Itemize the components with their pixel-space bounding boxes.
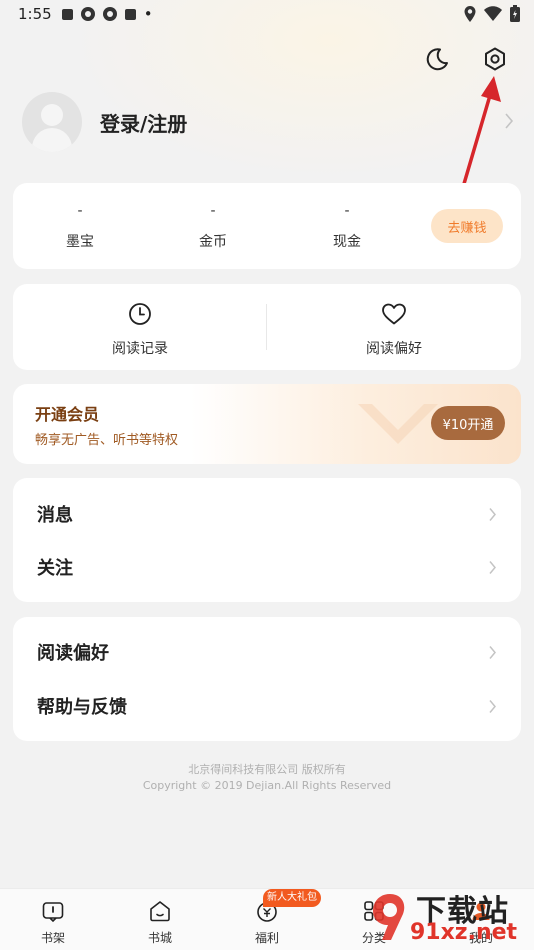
status-right xyxy=(464,5,520,22)
wallet-item-cash[interactable]: - 现金 xyxy=(302,203,392,251)
divider xyxy=(266,304,267,350)
heart-icon xyxy=(382,303,406,325)
menu-group-2: 阅读偏好 帮助与反馈 xyxy=(13,617,521,741)
vip-banner[interactable]: 开通会员 畅享无广告、听书等特权 ¥10开通 xyxy=(13,384,521,464)
menu-item-messages[interactable]: 消息 xyxy=(13,487,521,541)
wallet-label: 金币 xyxy=(199,234,227,250)
menu-item-reading-preference[interactable]: 阅读偏好 xyxy=(13,625,521,679)
bookshelf-icon xyxy=(42,902,64,923)
reading-history-label: 阅读记录 xyxy=(112,341,168,357)
copyright-line: Copyright © 2019 Dejian.All Rights Reser… xyxy=(142,779,392,792)
company-line: 北京得间科技有限公司 版权所有 xyxy=(188,763,346,776)
chevron-right-icon xyxy=(489,700,496,713)
wifi-icon xyxy=(484,6,502,21)
avatar xyxy=(22,92,82,152)
watermark-url: 91xz.net xyxy=(410,920,518,945)
chevron-right-icon xyxy=(505,113,514,129)
notification-app-icon xyxy=(80,7,95,21)
wallet-value: - xyxy=(77,203,83,219)
battery-icon xyxy=(510,5,520,22)
earn-money-button[interactable]: 去赚钱 xyxy=(431,209,503,243)
menu-item-label: 关注 xyxy=(37,558,73,579)
menu-group-1: 消息 关注 xyxy=(13,478,521,602)
status-time: 1:55 xyxy=(18,5,52,23)
settings-button[interactable] xyxy=(480,44,510,74)
tab-label: 书架 xyxy=(40,931,65,945)
wallet-label: 现金 xyxy=(333,234,361,250)
reading-preference-button[interactable]: 阅读偏好 xyxy=(314,302,474,358)
login-register-label: 登录/注册 xyxy=(100,111,188,136)
chevron-right-icon xyxy=(489,646,496,659)
bookstore-icon xyxy=(150,901,170,922)
notification-square-icon-2 xyxy=(124,8,136,20)
notification-app-icon-2 xyxy=(102,7,117,21)
wallet-value: - xyxy=(344,203,350,219)
quick-actions-card: 阅读记录 阅读偏好 xyxy=(13,284,521,370)
watermark-logo-icon xyxy=(373,894,405,940)
moon-icon xyxy=(426,48,448,71)
chevron-right-icon xyxy=(489,561,496,574)
tab-bookstore[interactable]: 书城 xyxy=(130,899,190,946)
wallet-item-coins[interactable]: - 金币 xyxy=(168,203,258,251)
copyright-footer: 北京得间科技有限公司 版权所有 Copyright © 2019 Dejian.… xyxy=(0,762,534,794)
wallet-card: - 墨宝 - 金币 - 现金 去赚钱 xyxy=(13,183,521,269)
tab-label: 书城 xyxy=(147,931,172,945)
status-bar: 1:55 • xyxy=(0,0,534,28)
tab-label: 福利 xyxy=(254,931,279,945)
clock-icon xyxy=(129,303,151,325)
location-icon xyxy=(464,5,476,22)
reading-preference-label: 阅读偏好 xyxy=(366,341,422,357)
vip-subtitle: 畅享无广告、听书等特权 xyxy=(35,433,179,448)
vip-title: 开通会员 xyxy=(35,405,100,424)
login-row[interactable]: 登录/注册 xyxy=(22,92,514,152)
menu-item-label: 阅读偏好 xyxy=(37,643,109,664)
night-mode-button[interactable] xyxy=(422,44,452,74)
wallet-value: - xyxy=(210,203,216,219)
menu-item-label: 帮助与反馈 xyxy=(37,697,127,718)
reading-history-button[interactable]: 阅读记录 xyxy=(60,302,220,358)
new-user-gift-badge: 新人大礼包 xyxy=(263,889,321,907)
tab-bookshelf[interactable]: 书架 xyxy=(23,899,83,946)
site-watermark: 下载站 91xz.net xyxy=(370,886,530,948)
menu-item-help-feedback[interactable]: 帮助与反馈 xyxy=(13,679,521,733)
wallet-label: 墨宝 xyxy=(66,234,94,250)
wallet-item-mobao[interactable]: - 墨宝 xyxy=(35,203,125,251)
menu-item-label: 消息 xyxy=(37,505,73,526)
notification-square-icon xyxy=(61,8,73,20)
menu-item-follow[interactable]: 关注 xyxy=(13,540,521,594)
gear-icon xyxy=(485,47,505,71)
more-notifications-dot: • xyxy=(143,5,153,23)
chevron-right-icon xyxy=(489,508,496,521)
vip-open-button[interactable]: ¥10开通 xyxy=(431,406,505,440)
top-actions xyxy=(422,44,510,74)
